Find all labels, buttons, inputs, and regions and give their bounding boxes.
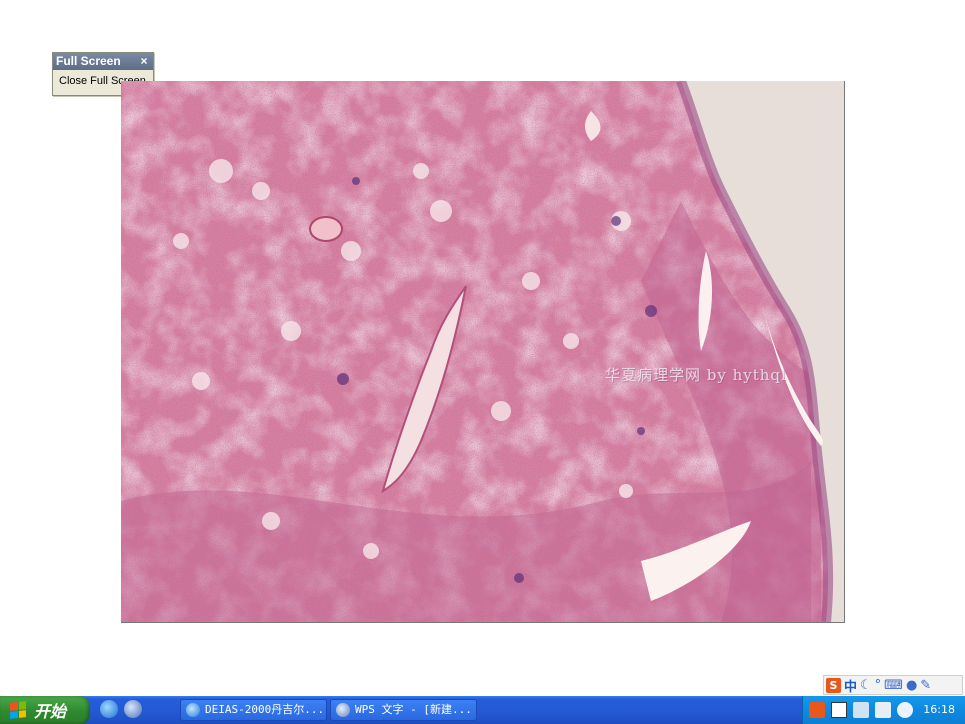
taskbar-item-label: DEIAS-2000丹吉尔... [205,703,325,716]
taskbar-item-wps[interactable]: WPS 文字 - [新建... [330,699,477,721]
sogou-icon[interactable] [809,702,825,718]
taskbar-item-deias[interactable]: DEIAS-2000丹吉尔... [180,699,327,721]
system-tray: 16:18 [802,696,965,724]
moon-icon[interactable]: ☾ [860,678,872,693]
ime-mode-toggle[interactable]: 中 [844,676,857,695]
help-icon[interactable] [831,702,847,718]
start-button[interactable]: 开始 [0,696,90,724]
image-watermark: 华夏病理学网 by hythql [605,366,787,384]
wrench-icon[interactable]: ✎ [920,678,931,693]
quick-launch [100,700,142,718]
user-icon[interactable]: ● [906,678,917,693]
clock[interactable]: 16:18 [923,703,955,716]
ie-icon[interactable] [100,700,118,718]
windows-logo-icon [10,701,26,719]
ime-language-bar[interactable]: S 中 ☾ ° ⌨ ● ✎ [823,675,963,695]
taskbar-item-label: WPS 文字 - [新建... [355,703,472,716]
sogou-logo-icon[interactable]: S [826,677,841,693]
fullscreen-toolbar-title: Full Screen × [53,53,153,70]
media-icon[interactable] [124,700,142,718]
back-arrow-icon[interactable] [897,702,913,718]
volume-icon[interactable] [875,702,891,718]
image-viewer-fullscreen: Full Screen × Close Full Screen 华夏病理学网 b… [0,0,965,696]
close-icon[interactable]: × [138,53,150,70]
taskbar: 开始 DEIAS-2000丹吉尔... WPS 文字 - [新建... 16:1… [0,696,965,724]
histology-micrograph [121,81,845,623]
wps-icon [336,703,350,717]
globe-icon [186,703,200,717]
network-icon[interactable] [853,702,869,718]
start-label: 开始 [34,702,67,721]
fullscreen-title-text: Full Screen [56,54,121,68]
punctuation-icon[interactable]: ° [875,678,882,693]
keyboard-icon[interactable]: ⌨ [884,678,903,693]
